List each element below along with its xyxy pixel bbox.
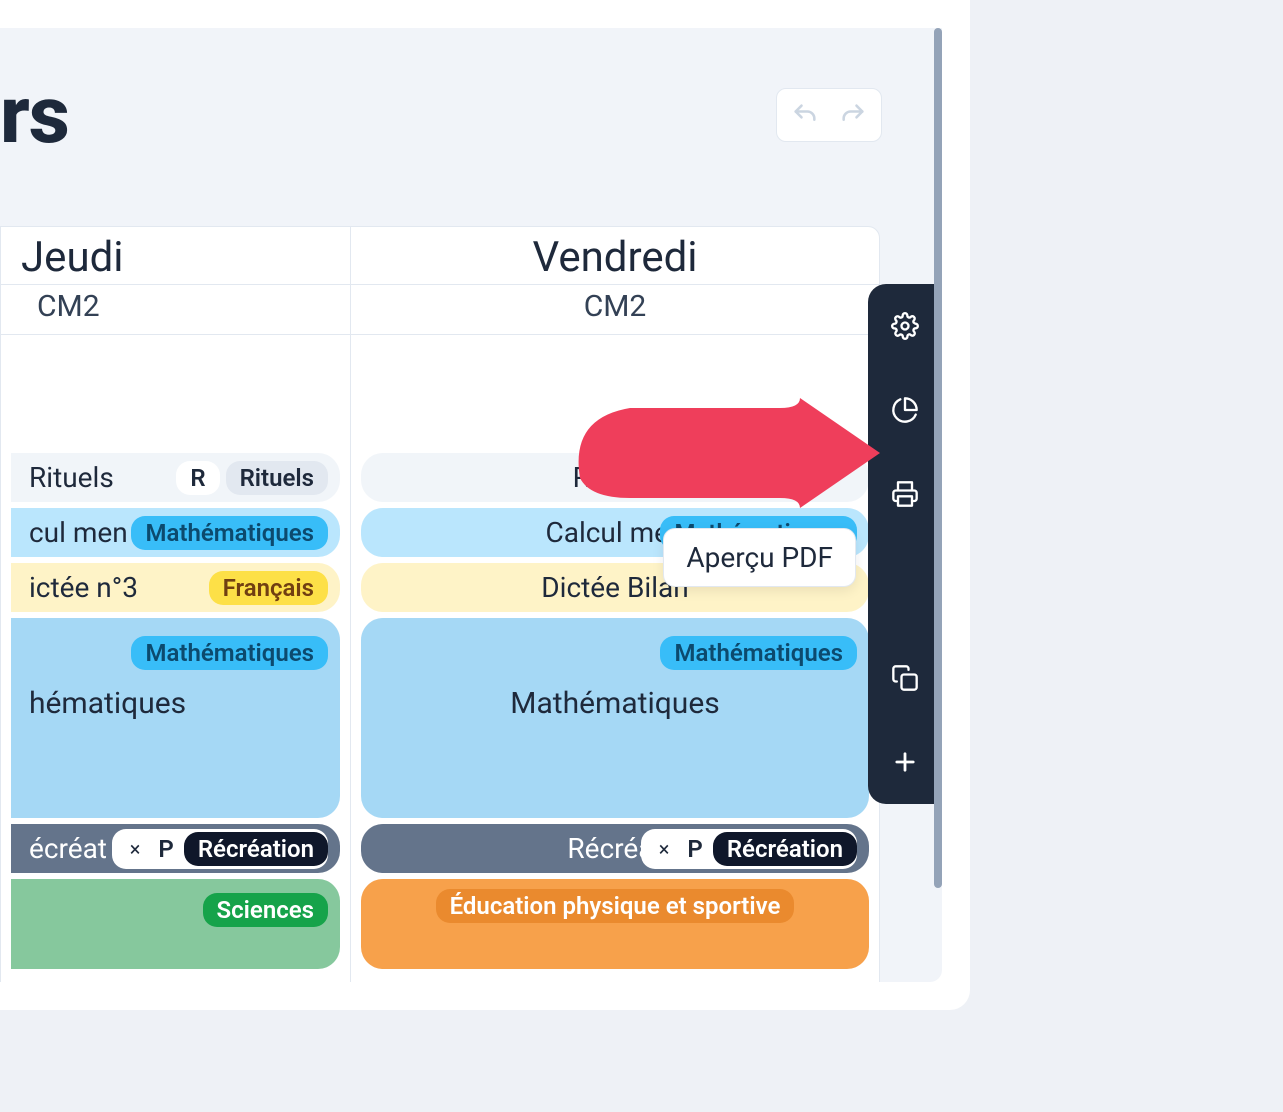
lesson-block-dictee[interactable]: ictée n°3 Français [11, 563, 340, 612]
redo-button[interactable] [829, 93, 877, 137]
tooltip-pdf-preview: Aperçu PDF [663, 528, 856, 587]
subject-tag: Mathématiques [660, 636, 857, 670]
lesson-block-recre[interactable]: Récréat × P Récréation [361, 824, 869, 873]
recre-cluster: × P Récréation [641, 829, 857, 869]
lesson-title: cul men [29, 516, 128, 549]
subject-tag: Sciences [203, 893, 329, 927]
subject-tag: Éducation physique et sportive [436, 889, 795, 923]
copy-button[interactable] [883, 656, 927, 700]
lesson-title: hématiques [29, 686, 186, 721]
recre-cluster: × P Récréation [112, 829, 328, 869]
subject-tag: Rituels [226, 461, 328, 495]
lesson-block-recre[interactable]: écréat × P Récréation [11, 824, 340, 873]
class-label: CM2 [1, 284, 350, 334]
lesson-title: Rituels [29, 461, 114, 494]
lesson-title: Mathématiques [510, 686, 719, 721]
lesson-title: Rituels [573, 461, 658, 494]
subject-tag: Récréation [184, 832, 328, 866]
chart-button[interactable] [883, 388, 927, 432]
timetable-body: Rituels R Rituels cul men Mathématiques [1, 335, 879, 982]
lesson-block-maths[interactable]: Mathématiques Mathématiques [361, 618, 869, 818]
badge-p: P [677, 835, 712, 863]
content-area: rs Jeudi CM2 Vendredi CM2 [0, 28, 942, 982]
lesson-block-rituels[interactable]: Rituels [361, 453, 869, 502]
close-icon[interactable]: × [122, 837, 149, 861]
scrollbar[interactable] [934, 28, 942, 982]
timetable: Jeudi CM2 Vendredi CM2 Rituels R R [0, 226, 880, 982]
page-title: rs [0, 68, 69, 162]
side-toolbar [868, 284, 942, 804]
friday-body: Rituels Calcul men Mathématiques Dictée … [351, 335, 879, 982]
add-button[interactable] [883, 740, 927, 784]
subject-tag: Français [209, 571, 328, 605]
lesson-title: ictée n°3 [29, 571, 138, 604]
subject-tag: Mathématiques [131, 636, 328, 670]
lesson-block-maths[interactable]: Mathématiques hématiques [11, 618, 340, 818]
day-name: Vendredi [351, 227, 879, 284]
close-icon[interactable]: × [651, 837, 678, 861]
lesson-block-rituels[interactable]: Rituels R Rituels [11, 453, 340, 502]
lesson-block-sciences[interactable]: Sciences [11, 879, 340, 969]
lesson-block-eps[interactable]: Éducation physique et sportive [361, 879, 869, 969]
undo-redo-group [776, 88, 882, 142]
badge-p: P [148, 835, 183, 863]
timetable-header: Jeudi CM2 Vendredi CM2 [1, 227, 879, 335]
subject-tag: Récréation [713, 832, 857, 866]
settings-button[interactable] [883, 304, 927, 348]
class-label: CM2 [351, 284, 879, 334]
app-frame: rs Jeudi CM2 Vendredi CM2 [0, 0, 970, 1010]
badge-r: R [176, 461, 219, 495]
undo-button[interactable] [781, 93, 829, 137]
scrollbar-thumb[interactable] [934, 28, 942, 888]
lesson-block-calcul[interactable]: cul men Mathématiques [11, 508, 340, 557]
lesson-title: écréat [29, 832, 107, 865]
day-column-thursday: Jeudi CM2 [1, 227, 351, 334]
subject-tag: Mathématiques [131, 516, 328, 550]
print-button[interactable] [883, 472, 927, 516]
day-name: Jeudi [1, 227, 350, 284]
day-column-friday: Vendredi CM2 [351, 227, 879, 334]
thursday-body: Rituels R Rituels cul men Mathématiques [1, 335, 351, 982]
